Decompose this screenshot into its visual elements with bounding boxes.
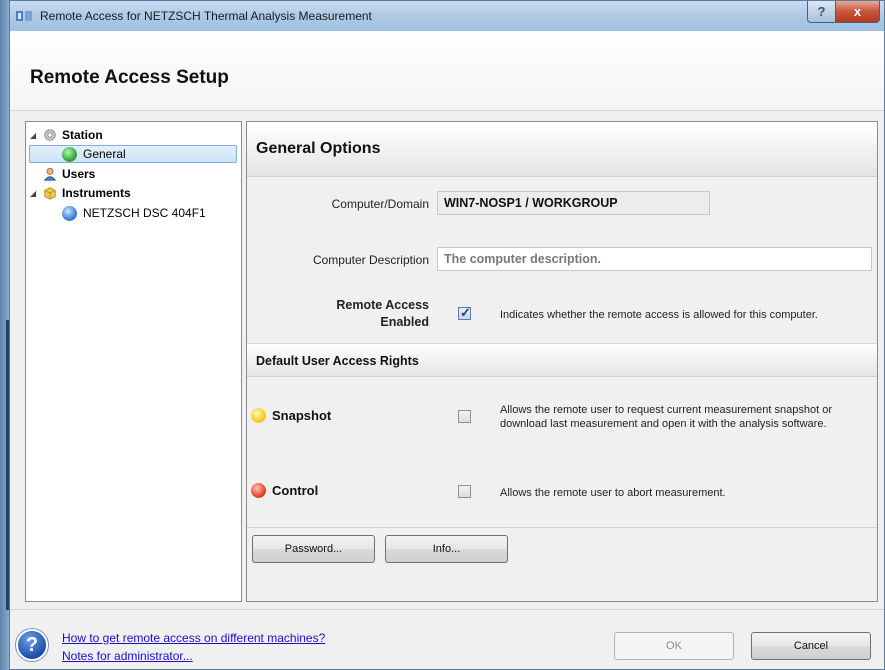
access-rights-title: Default User Access Rights (256, 354, 419, 368)
user-icon (43, 167, 57, 181)
control-label: Control (272, 483, 319, 498)
tree-item-general[interactable]: General (29, 145, 237, 163)
tree-label-general: General (83, 147, 126, 161)
computer-description-label: Computer Description (312, 253, 429, 267)
tree-item-instrument-dsc[interactable]: NETZSCH DSC 404F1 (62, 204, 206, 222)
panel-divider (247, 527, 877, 528)
page-title: Remote Access Setup (30, 67, 229, 88)
remote-access-label-line2: Enabled (380, 315, 429, 329)
snapshot-label: Snapshot (272, 408, 332, 423)
snapshot-description: Allows the remote user to request curren… (500, 403, 832, 431)
tree-label-users: Users (62, 167, 96, 181)
tree-label-instruments: Instruments (62, 186, 131, 200)
tree-item-users[interactable]: Users (42, 165, 95, 183)
help-title-button[interactable]: ? (807, 1, 836, 23)
snapshot-description-line2: download last measurement and open it wi… (500, 418, 827, 430)
control-checkbox[interactable] (458, 485, 471, 498)
remote-access-label: Remote Access Enabled (267, 297, 429, 331)
ok-button[interactable]: OK (614, 632, 734, 660)
snapshot-checkbox[interactable] (458, 410, 471, 423)
title-bar[interactable]: Remote Access for NETZSCH Thermal Analys… (10, 1, 884, 31)
computer-domain-value: WIN7-NOSP1 / WORKGROUP (437, 191, 710, 215)
snapshot-right: Snapshot (251, 408, 331, 423)
tree-item-instruments[interactable]: ◢ Instruments (30, 184, 131, 202)
app-icon (16, 11, 32, 21)
general-options-title: General Options (256, 140, 381, 157)
footer-divider (10, 609, 884, 610)
remote-access-description: Indicates whether the remote access is a… (500, 309, 818, 321)
control-right: Control (251, 483, 318, 498)
control-description: Allows the remote user to abort measurem… (500, 487, 726, 499)
status-yellow-icon (251, 408, 266, 423)
snapshot-description-line1: Allows the remote user to request curren… (500, 404, 832, 416)
remote-access-help-link[interactable]: How to get remote access on different ma… (62, 631, 325, 645)
remote-access-checkbox[interactable] (458, 305, 471, 321)
admin-notes-link[interactable]: Notes for administrator... (62, 649, 193, 663)
gear-icon (44, 129, 56, 141)
help-icon[interactable]: ? (16, 629, 48, 661)
close-button[interactable]: x (835, 1, 880, 23)
expand-triangle-icon[interactable]: ◢ (30, 131, 42, 140)
expand-triangle-icon[interactable]: ◢ (30, 189, 42, 198)
status-red-icon (251, 483, 266, 498)
general-options-header: General Options (247, 122, 877, 177)
navigation-tree[interactable]: ◢ Station General Users ◢ Instruments NE… (25, 121, 242, 602)
window-title: Remote Access for NETZSCH Thermal Analys… (40, 9, 372, 23)
status-blue-icon (62, 205, 77, 221)
computer-domain-label: Computer/Domain (331, 197, 429, 211)
remote-access-label-line1: Remote Access (336, 298, 429, 312)
general-options-panel: General Options Computer/Domain WIN7-NOS… (246, 121, 878, 602)
access-rights-header: Default User Access Rights (247, 343, 877, 377)
tree-label-station: Station (62, 128, 103, 142)
status-green-icon (62, 146, 77, 162)
cancel-button[interactable]: Cancel (751, 632, 871, 660)
tree-label-instrument: NETZSCH DSC 404F1 (83, 206, 206, 220)
password-button[interactable]: Password... (252, 535, 375, 563)
package-icon (44, 187, 56, 200)
dialog-window: Remote Access for NETZSCH Thermal Analys… (9, 0, 885, 670)
computer-description-input[interactable]: The computer description. (437, 247, 872, 271)
tree-item-station[interactable]: ◢ Station (30, 126, 103, 144)
page-header: Remote Access Setup (10, 31, 884, 111)
info-button[interactable]: Info... (385, 535, 508, 563)
